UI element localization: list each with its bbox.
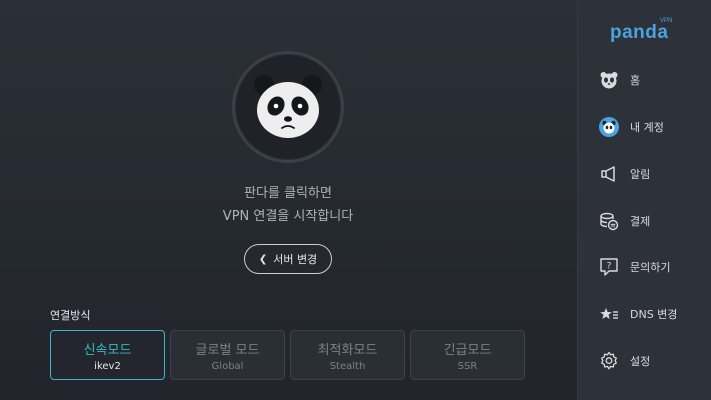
mode-fast[interactable]: 신속모드 ikev2 <box>50 330 165 380</box>
mode-subtitle: Global <box>211 360 244 372</box>
sidebar-item-label: 홈 <box>630 74 641 87</box>
connect-hint-line1: 판다를 클릭하면 <box>244 186 332 201</box>
question-icon: ? <box>598 256 620 278</box>
mode-title: 신속모드 <box>83 342 132 358</box>
sidebar-item-account[interactable]: 내 계정 <box>598 114 708 140</box>
sidebar-item-label: 내 계정 <box>630 121 664 134</box>
sidebar-item-label: 알림 <box>630 168 651 181</box>
sidebar-item-label: 문의하기 <box>630 261 671 274</box>
megaphone-icon <box>598 163 620 185</box>
mode-subtitle: Stealth <box>329 360 366 372</box>
panda-connect-button[interactable] <box>232 51 344 163</box>
sidebar-item-label: DNS 변경 <box>630 308 678 321</box>
account-icon <box>598 116 620 138</box>
connect-hint-line2: VPN 연결을 시작합니다 <box>222 209 354 224</box>
payment-icon: ₩ <box>598 210 620 232</box>
mode-title: 긴급모드 <box>443 342 492 358</box>
sidebar-item-home[interactable]: 홈 <box>598 67 708 93</box>
change-server-button[interactable]: ❮ 서버 변경 <box>244 244 332 274</box>
svg-text:?: ? <box>607 262 612 272</box>
mode-title: 최적화모드 <box>317 342 378 358</box>
sidebar-item-label: 설정 <box>630 355 651 368</box>
mode-subtitle: SSR <box>457 360 478 372</box>
sidebar-item-inquiry[interactable]: ? 문의하기 <box>598 254 708 280</box>
mode-global[interactable]: 글로벌 모드 Global <box>170 330 285 380</box>
logo-vpn-sup: VPN <box>660 18 673 24</box>
panda-face-icon <box>254 75 322 138</box>
sidebar-item-dns[interactable]: DNS 변경 <box>598 301 708 327</box>
connection-method-label: 연결방식 <box>50 309 91 322</box>
logo-wordmark: panda <box>610 22 669 43</box>
mode-title: 글로벌 모드 <box>195 342 260 358</box>
panda-vpn-logo: panda VPN <box>610 18 690 48</box>
mode-subtitle: ikev2 <box>94 360 121 372</box>
sidebar-item-payment[interactable]: ₩ 결제 <box>598 208 708 234</box>
change-server-label: 서버 변경 <box>273 253 318 266</box>
sidebar-item-label: 결제 <box>630 215 651 228</box>
sidebar-item-notifications[interactable]: 알림 <box>598 161 708 187</box>
sidebar: panda VPN 홈 내 계정 알림 ₩ 결제 ? 문의하기 DNS 변경 설… <box>577 0 711 400</box>
panda-home-icon <box>598 69 620 91</box>
sidebar-item-settings[interactable]: 설정 <box>598 348 708 374</box>
mode-emergency[interactable]: 긴급모드 SSR <box>410 330 525 380</box>
dns-star-icon <box>598 303 620 325</box>
chevron-left-icon: ❮ <box>258 253 268 265</box>
main-panel: 판다를 클릭하면 VPN 연결을 시작합니다 ❮ 서버 변경 연결방식 신속모드… <box>0 0 577 400</box>
svg-text:₩: ₩ <box>611 223 616 229</box>
mode-stealth[interactable]: 최적화모드 Stealth <box>290 330 405 380</box>
gear-icon <box>598 350 620 372</box>
